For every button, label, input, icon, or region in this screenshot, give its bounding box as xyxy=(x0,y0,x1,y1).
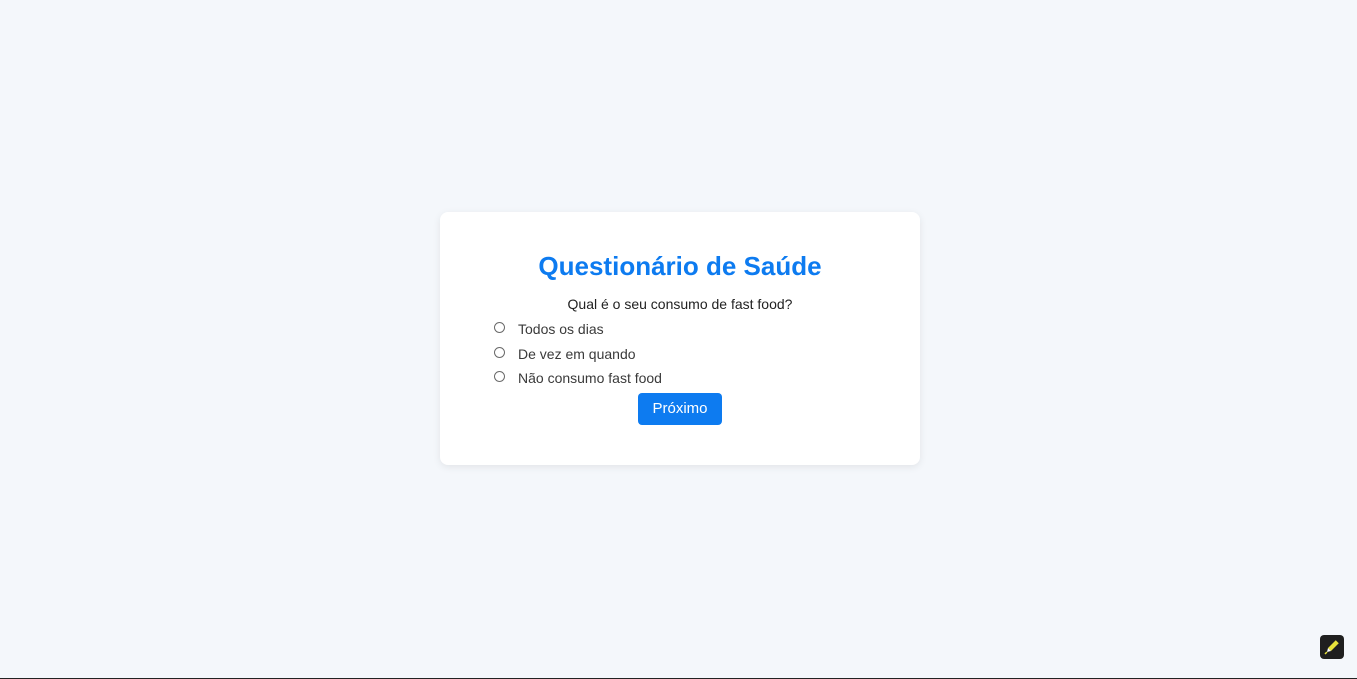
radio-button[interactable] xyxy=(494,371,505,383)
option-de-vez-em-quando[interactable]: De vez em quando xyxy=(494,342,662,367)
survey-card: Questionário de Saúde Qual é o seu consu… xyxy=(440,212,920,465)
next-button[interactable]: Próximo xyxy=(638,393,722,425)
radio-button[interactable] xyxy=(494,346,505,358)
option-todos-os-dias[interactable]: Todos os dias xyxy=(494,317,662,342)
question-text: Qual é o seu consumo de fast food? xyxy=(567,296,793,312)
option-label: Todos os dias xyxy=(518,321,604,338)
page-title: Questionário de Saúde xyxy=(538,251,822,281)
pen-tool-button[interactable] xyxy=(1320,635,1344,659)
option-label: Não consumo fast food xyxy=(518,370,662,387)
pen-icon xyxy=(1324,639,1340,655)
radio-button[interactable] xyxy=(494,322,505,334)
option-label: De vez em quando xyxy=(518,345,636,362)
option-nao-consumo[interactable]: Não consumo fast food xyxy=(494,366,662,391)
answer-options: Todos os dias De vez em quando Não consu… xyxy=(494,317,662,391)
